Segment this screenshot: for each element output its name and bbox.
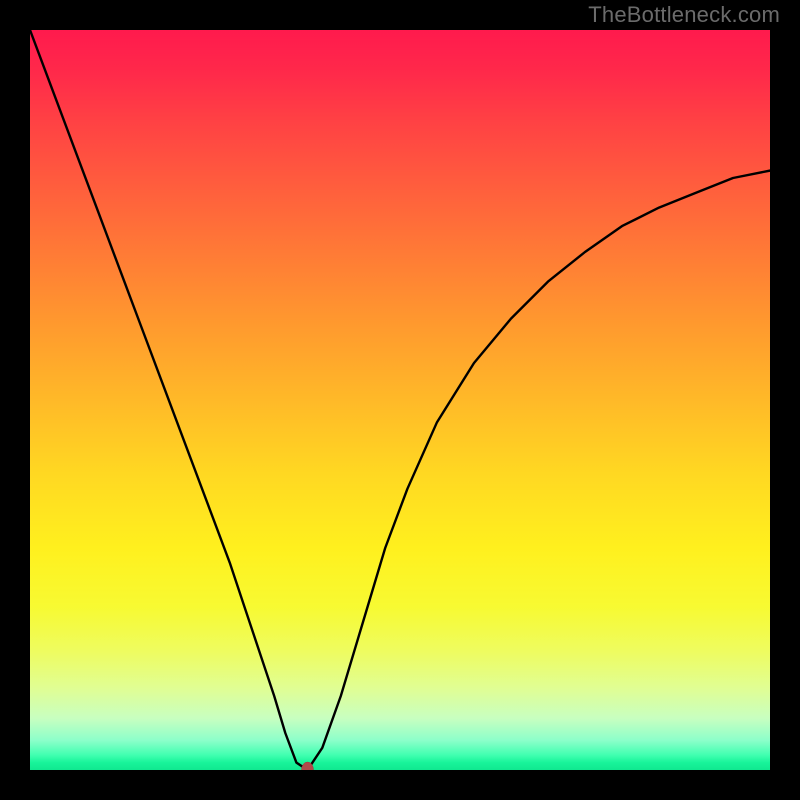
- curve-svg: [30, 30, 770, 770]
- bottleneck-curve: [30, 30, 770, 770]
- watermark-text: TheBottleneck.com: [588, 2, 780, 28]
- chart-container: TheBottleneck.com: [0, 0, 800, 800]
- plot-area: [30, 30, 770, 770]
